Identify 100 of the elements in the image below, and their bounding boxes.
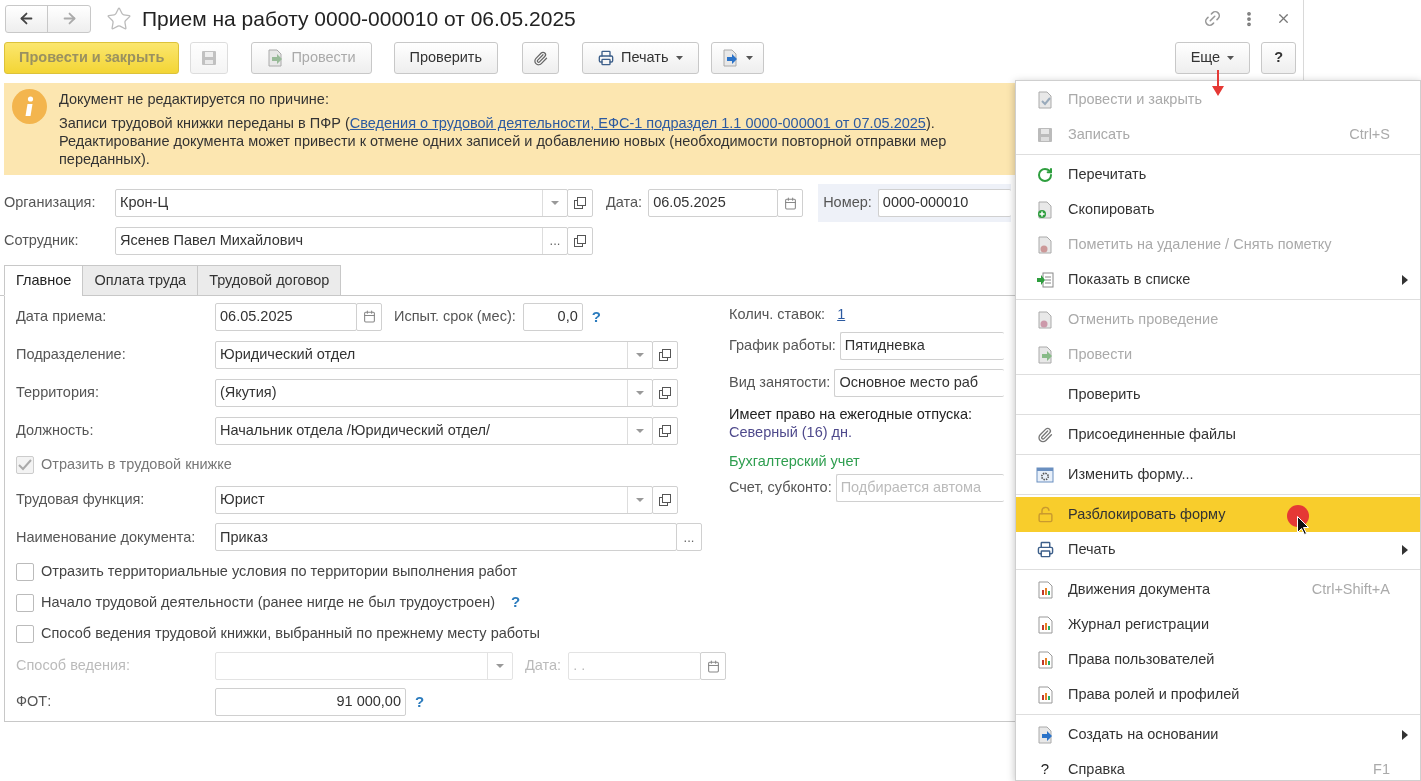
field-label: Вид занятости: <box>729 372 831 392</box>
select-field[interactable]: Начальник отдела /Юридический отдел/ <box>215 416 653 445</box>
number-field[interactable]: 0,0 <box>522 302 583 331</box>
menu-item[interactable]: Показать в списке <box>1016 262 1420 297</box>
field-label: Должность: <box>16 420 95 440</box>
open-button[interactable] <box>652 485 678 514</box>
tab[interactable]: Оплата труда <box>82 265 199 296</box>
paperclip-icon <box>533 50 549 66</box>
field-label: Счет, субконто: <box>729 478 832 498</box>
open-window-icon <box>659 493 671 506</box>
choice-button[interactable]: ... <box>676 523 702 552</box>
menu-item[interactable]: Создать на основании <box>1016 717 1420 752</box>
open-button[interactable] <box>652 416 678 445</box>
tab[interactable]: Главное <box>4 265 84 296</box>
open-button[interactable] <box>652 378 678 407</box>
field-label: Дата приема: <box>16 307 108 327</box>
open-button[interactable] <box>652 340 678 369</box>
menu-item[interactable]: Права пользователей <box>1016 642 1420 677</box>
open-window-icon <box>659 386 671 399</box>
field-label: Дата: <box>525 656 562 676</box>
number-field[interactable]: 0000-000010 <box>877 189 1012 217</box>
document-link[interactable]: Сведения о трудовой деятельности, ЕФС-1 подраздел 1.1 0000-000001 от 07.05.2025 <box>349 115 926 131</box>
menu-item[interactable]: Права ролей и профилей <box>1016 677 1420 712</box>
text-field[interactable]: Приказ <box>215 523 677 552</box>
menu-item[interactable]: Печать <box>1016 532 1420 567</box>
checkbox[interactable] <box>16 562 34 581</box>
section-heading: Бухгалтерский учет <box>729 452 861 470</box>
list-arrow-icon <box>1036 271 1054 288</box>
toolbar-button[interactable]: ? <box>1261 42 1296 74</box>
field-label: Подразделение: <box>16 345 127 364</box>
select-field[interactable]: Ясенев Павел Михайлович ... <box>115 227 568 255</box>
rates-link[interactable]: 1 <box>837 304 846 326</box>
arrow-icon <box>1212 70 1224 96</box>
select-field[interactable]: Юридический отдел <box>215 340 653 369</box>
vacation-link[interactable]: Северный (16) дн. <box>729 423 1004 441</box>
menu-item[interactable]: Разблокировать форму <box>1016 497 1420 532</box>
banner-message: Записи трудовой книжки переданы в ПФР (Сведения о трудовой деятельности, ЕФС-1 подраздел 1.1 0000-000001 от 07.05.2025). Редактирование документа может привести к отмене одних записей и добавлению новых (необходимости повторной отправки мер переданных). <box>59 114 947 168</box>
calendar-icon <box>783 196 797 210</box>
favorite-star-icon[interactable] <box>106 5 132 32</box>
menu-item[interactable]: Проверить <box>1016 377 1420 412</box>
document-arrow-icon <box>1036 725 1054 744</box>
toolbar-button[interactable]: Проверить <box>393 42 499 74</box>
checkbox-label: Отразить в трудовой книжке <box>41 455 232 475</box>
checkbox[interactable] <box>16 624 34 643</box>
toolbar-button[interactable]: Еще <box>1174 42 1251 74</box>
select-field[interactable]: Основное место раб <box>834 368 1004 397</box>
tab[interactable]: Трудовой договор <box>197 265 342 296</box>
calendar-button[interactable] <box>356 302 382 331</box>
shortcut-label: F1 <box>1373 759 1390 779</box>
menu-item[interactable]: Перечитать <box>1016 157 1420 192</box>
menu-item[interactable]: ? Справка F1 <box>1016 752 1420 781</box>
checkbox-label: Отразить территориальные условия по территории выполнения работ <box>41 561 518 581</box>
menu-item[interactable]: Скопировать <box>1016 192 1420 227</box>
open-button[interactable] <box>567 189 593 217</box>
select-field[interactable]: Юрист <box>215 485 653 514</box>
shortcut-label: Ctrl+Shift+A <box>1311 579 1390 599</box>
select-field[interactable]: (Якутия) <box>215 378 653 407</box>
calendar-icon <box>362 310 376 324</box>
calendar-button[interactable] <box>777 189 804 217</box>
help-link[interactable]: ? <box>511 591 521 614</box>
banner-heading: Документ не редактируется по причине: <box>59 90 330 108</box>
toolbar-icon-button[interactable] <box>710 42 764 74</box>
date-field[interactable]: 06.05.2025 <box>648 189 779 217</box>
field-label: Наименование документа: <box>16 527 197 547</box>
unlock-icon <box>1036 506 1054 523</box>
open-button[interactable] <box>567 227 593 255</box>
field-label: Территория: <box>16 382 100 402</box>
report-icon <box>1037 685 1053 704</box>
dropdown-icon <box>496 664 504 669</box>
field-label: Сотрудник: <box>4 231 80 251</box>
menu-item[interactable]: Изменить форму... <box>1016 457 1420 492</box>
document-cancel-icon <box>1036 310 1054 329</box>
amount-field[interactable]: 91 000,00 <box>215 688 406 716</box>
menu-item[interactable]: Присоединенные файлы <box>1016 417 1420 452</box>
help-link[interactable]: ? <box>415 690 425 714</box>
date-field[interactable]: 06.05.2025 <box>215 302 357 331</box>
help-link[interactable]: ? <box>591 305 601 329</box>
field-label: Способ ведения: <box>16 656 131 676</box>
field-label: Трудовая функция: <box>16 489 146 509</box>
checkbox[interactable] <box>16 593 34 612</box>
open-window-icon <box>574 197 586 209</box>
open-window-icon <box>574 235 586 247</box>
toolbar-icon-button[interactable] <box>522 42 560 74</box>
close-icon[interactable] <box>1276 11 1291 26</box>
field-label: Колич. ставок: <box>729 305 826 325</box>
menu-item[interactable]: Движения документа Ctrl+Shift+A <box>1016 572 1420 607</box>
dropdown-icon <box>636 390 644 395</box>
dropdown-icon <box>636 352 644 357</box>
form-settings-icon <box>1036 466 1054 483</box>
document-arrow-icon <box>721 49 739 67</box>
select-field[interactable]: Пятидневка <box>839 331 1004 360</box>
document-check-icon <box>1036 90 1054 109</box>
select-field[interactable]: Крон-Ц <box>115 189 568 217</box>
document-arrow-icon <box>267 49 285 67</box>
menu-item[interactable]: Журнал регистрации <box>1016 607 1420 642</box>
toolbar-button[interactable]: Печать <box>582 42 699 74</box>
open-window-icon <box>659 348 671 361</box>
info-icon <box>12 89 47 124</box>
help-glyph: ? <box>1040 759 1050 780</box>
field-label: Испыт. срок (мес): <box>394 307 516 327</box>
